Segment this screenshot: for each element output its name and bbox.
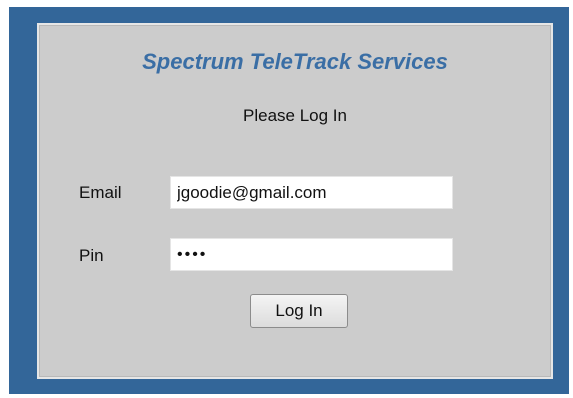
email-field[interactable]	[170, 176, 453, 209]
login-panel: Spectrum TeleTrack Services Please Log I…	[37, 23, 553, 379]
pin-label: Pin	[79, 246, 104, 265]
email-label: Email	[79, 183, 122, 202]
app-title: Spectrum TeleTrack Services	[142, 49, 448, 74]
login-button[interactable]: Log In	[250, 294, 348, 328]
login-prompt: Please Log In	[243, 106, 347, 125]
pin-field[interactable]	[170, 238, 453, 271]
